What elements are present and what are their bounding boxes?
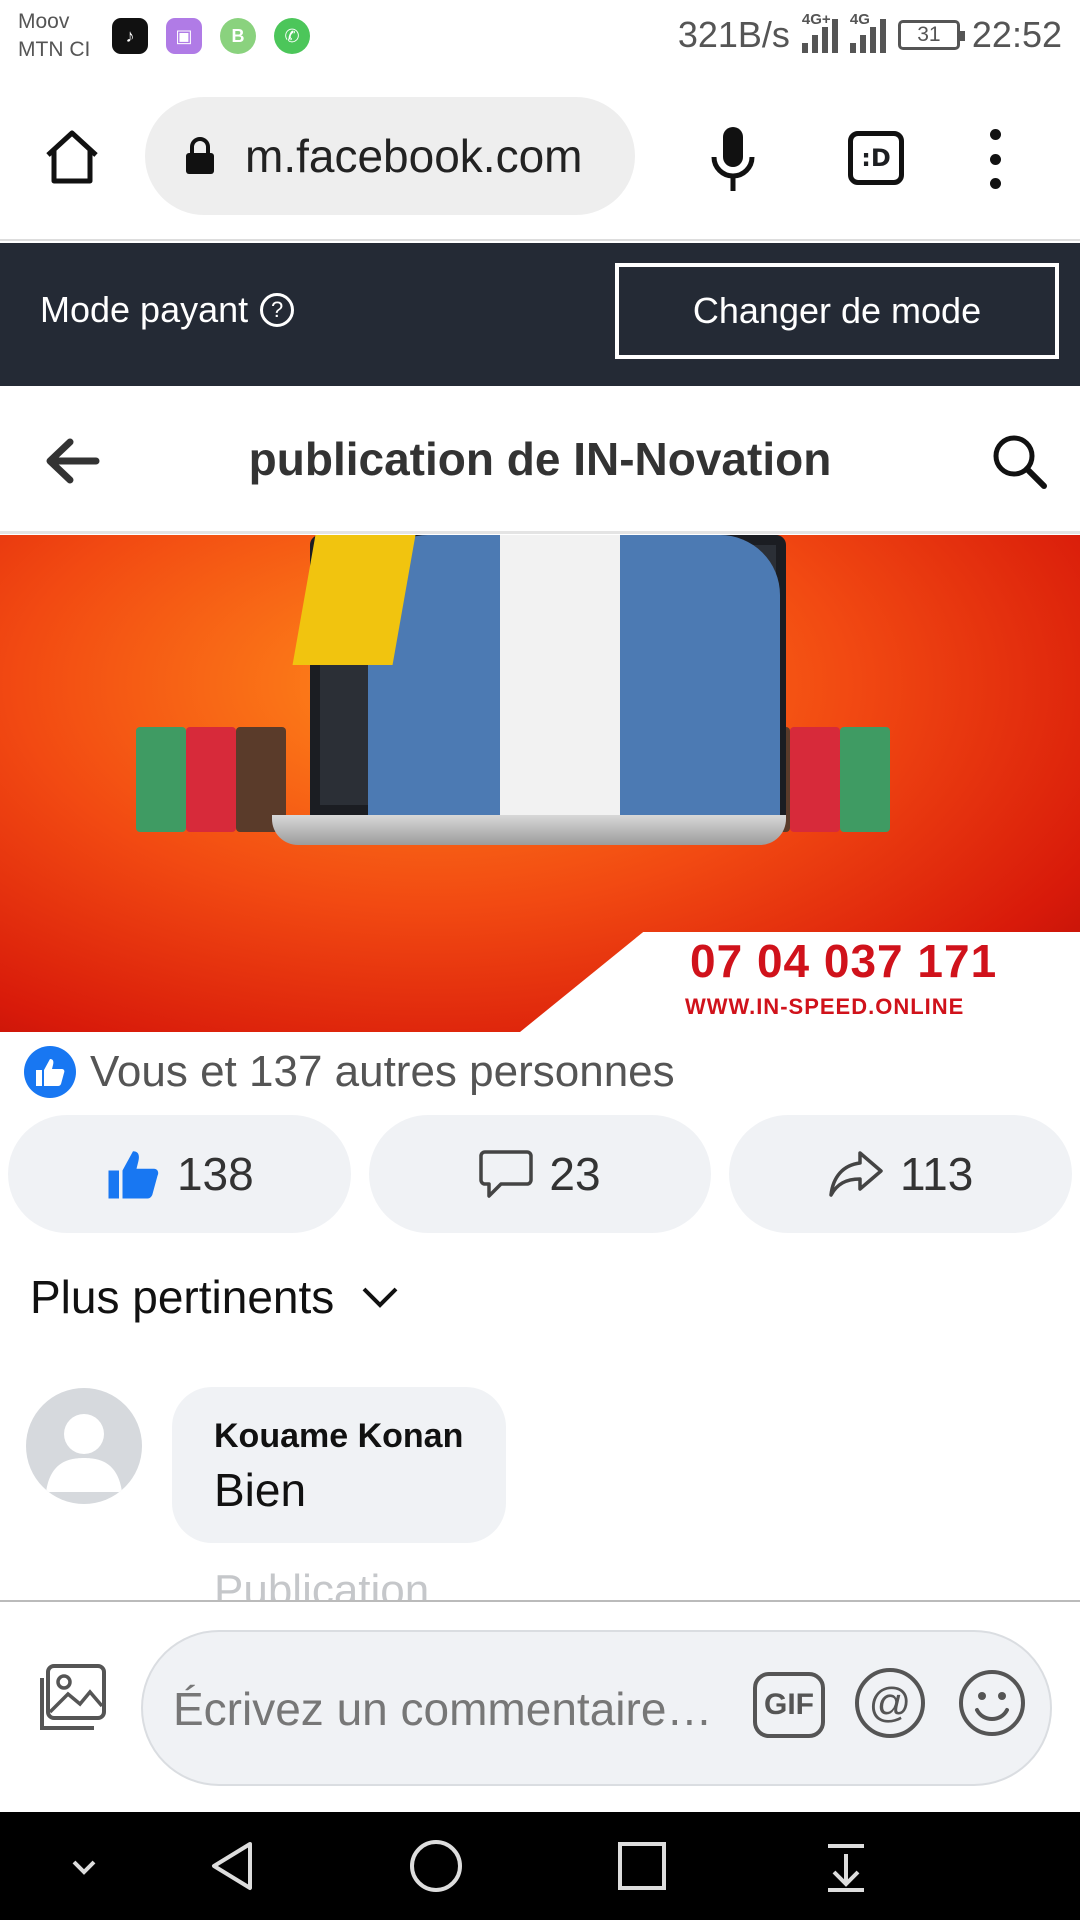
like-button[interactable]: 138 (8, 1115, 351, 1233)
data-mode-banner: Mode payant ? Changer de mode (0, 243, 1080, 386)
laptop-base-graphic (272, 815, 786, 845)
emoji-icon[interactable] (957, 1668, 1027, 1738)
signal-4g-plus-icon: 4G+ (801, 11, 838, 53)
mention-label: @ (868, 1679, 912, 1726)
reactions-text: Vous et 137 autres personnes (90, 1047, 675, 1096)
signal-2-label: 4G (849, 11, 870, 28)
lock-icon (186, 137, 214, 174)
clock: 22:52 (971, 14, 1062, 55)
help-icon[interactable]: ? (260, 293, 295, 327)
mode-label-text: Mode payant (40, 289, 249, 330)
notification-icons: ♪ ▣ B ✆ (112, 18, 310, 54)
b-app-icon: B (220, 18, 256, 54)
share-count: 113 (900, 1148, 974, 1200)
back-triangle-icon[interactable] (206, 1838, 262, 1894)
image-phone-number: 07 04 037 171 (690, 935, 998, 987)
mention-button[interactable]: @ (855, 1668, 925, 1738)
back-arrow-icon[interactable] (42, 434, 102, 488)
photo-icon[interactable] (38, 1662, 108, 1732)
battery-level: 31 (917, 23, 941, 46)
search-icon[interactable] (990, 432, 1048, 490)
change-mode-button[interactable]: Changer de mode (615, 263, 1059, 359)
sort-label: Plus pertinents (30, 1271, 335, 1323)
post-image[interactable]: 07 04 037 171 WWW.IN-SPEED.ONLINE (0, 535, 1080, 1032)
share-icon (829, 1151, 883, 1197)
gif-label: GIF (764, 1688, 814, 1721)
reactions-summary[interactable]: Vous et 137 autres personnes (24, 1046, 675, 1098)
chevron-down-icon (362, 1287, 398, 1308)
tiktok-icon: ♪ (112, 18, 148, 54)
chevron-down-icon[interactable] (56, 1838, 112, 1894)
comment-author[interactable]: Kouame Konan (214, 1417, 463, 1456)
status-bar: Moov MTN CI ♪ ▣ B ✆ 321B/s 4G+ 4G 31 22:… (0, 0, 1080, 75)
comment-icon (479, 1150, 534, 1198)
battery-icon: 31 (897, 20, 965, 50)
comment-composer: GIF @ (0, 1600, 1080, 1810)
tab-switcher-button[interactable]: :D (848, 131, 904, 185)
like-reaction-icon (24, 1046, 76, 1098)
recents-square-icon[interactable] (614, 1838, 670, 1894)
tab-switcher-label: :D (861, 144, 891, 172)
thumbs-up-icon (108, 1151, 159, 1199)
carrier-1: Moov (18, 10, 70, 33)
shopping-bag-graphic (790, 727, 840, 832)
gif-button[interactable]: GIF (753, 1672, 825, 1738)
post-actions: 138 23 113 (8, 1115, 1073, 1233)
comment-text: Bien (214, 1464, 307, 1516)
carrier-2: MTN CI (18, 38, 91, 61)
carrier-info: Moov MTN CI (18, 8, 90, 64)
like-count: 138 (176, 1148, 254, 1200)
microphone-icon[interactable] (708, 125, 758, 195)
notification-pulldown-icon[interactable] (818, 1838, 874, 1894)
gallery-icon: ▣ (166, 18, 202, 54)
image-website: WWW.IN-SPEED.ONLINE (685, 994, 965, 1019)
network-speed: 321B/s (677, 14, 790, 55)
more-options-icon[interactable] (980, 129, 1010, 189)
mode-label: Mode payant ? (40, 289, 295, 331)
signal-4g-icon: 4G (849, 11, 886, 53)
whatsapp-icon: ✆ (274, 18, 310, 54)
address-bar[interactable]: m.facebook.com (145, 97, 635, 215)
comment-sort-dropdown[interactable]: Plus pertinents (30, 1270, 400, 1324)
shopping-bag-graphic (186, 727, 236, 832)
home-icon[interactable] (40, 125, 104, 189)
signal-1-label: 4G+ (801, 11, 831, 28)
page-header: publication de IN-Novation (0, 386, 1080, 534)
shopping-bag-graphic (136, 727, 186, 832)
avatar[interactable] (26, 1388, 142, 1504)
browser-toolbar: m.facebook.com :D (0, 75, 1080, 241)
comment-bubble[interactable]: Kouame Konan Bien (172, 1387, 506, 1543)
page-title: publication de IN-Novation (248, 433, 832, 485)
system-navigation-bar (0, 1812, 1080, 1920)
comment-faded-text: Publication (214, 1566, 430, 1602)
status-indicators: 321B/s 4G+ 4G 31 22:52 (677, 11, 1062, 56)
shopping-bag-graphic (840, 727, 890, 832)
comment-button[interactable]: 23 (368, 1115, 712, 1233)
share-button[interactable]: 113 (729, 1115, 1073, 1233)
url-text[interactable]: m.facebook.com (245, 129, 582, 183)
comment-input[interactable] (173, 1674, 733, 1744)
comment-input-wrapper: GIF @ (141, 1630, 1052, 1786)
home-circle-icon[interactable] (408, 1838, 464, 1894)
shirt-graphic (500, 535, 620, 815)
comment-count: 23 (549, 1148, 601, 1200)
